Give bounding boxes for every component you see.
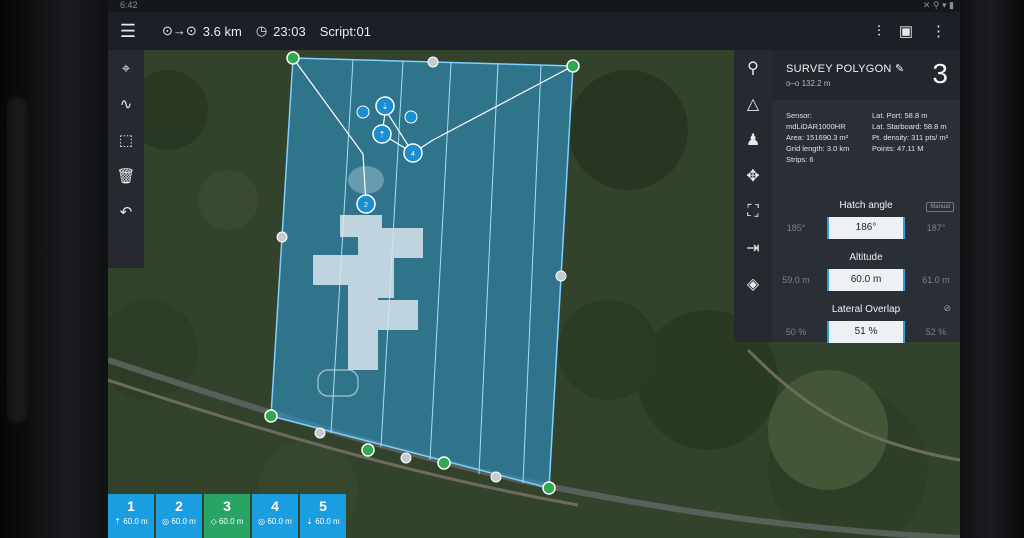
info-line: Area: 151690.3 m² [786, 133, 849, 142]
more-vert-icon[interactable]: ⋮ [931, 22, 946, 40]
panel-title-text: SURVEY POLYGON [786, 63, 892, 75]
survey-polygon-panel: SURVEY POLYGON ✎ o–o 132.2 m 3 Sensor: m… [772, 50, 960, 344]
overlap-next[interactable]: 52 % [912, 327, 960, 337]
panel-title: SURVEY POLYGON ✎ [786, 62, 905, 75]
svg-text:⇣: ⇣ [382, 102, 389, 111]
top-bar: ☰ ⊙→⊙ 3.6 km ◷ 23:03 Script:01 ⫶ ▣ ⋮ [108, 12, 960, 50]
lateral-overlap-text: Lateral Overlap [831, 304, 901, 315]
info-line: Lat. Port: 58.8 m [872, 111, 928, 120]
script-value: Script:01 [319, 23, 372, 39]
pilot-icon[interactable]: ♟ [734, 122, 772, 158]
search-icon[interactable]: ⚲ [734, 50, 772, 86]
undo-icon[interactable]: ↶ [108, 194, 144, 230]
status-time: 6:42 [120, 0, 138, 10]
altitude-control: Altitude 59.0 m 60.0 m 61.0 m [772, 248, 960, 292]
hatch-angle-row: 185° 186° 187° [772, 216, 960, 240]
info-left: Sensor: mdLiDAR1000HR Area: 151690.3 m² … [786, 110, 874, 165]
svg-text:2: 2 [364, 202, 368, 209]
info-line: Pt. density: 311 pts/ m² [872, 133, 949, 142]
tab-altitude: ◎ 60.0 m [162, 517, 196, 526]
info-right: Lat. Port: 58.8 m Lat. Starboard: 58.8 m… [872, 110, 956, 154]
tab-number: 1 [127, 498, 135, 514]
tab-altitude: ⇣ 60.0 m [306, 517, 340, 526]
tab-altitude: ⇡ 60.0 m [114, 517, 148, 526]
waveform-icon[interactable]: ∿ [108, 86, 144, 122]
route-distance-icon: ⊙→⊙ [162, 23, 197, 38]
panel-index: 3 [932, 58, 948, 89]
settings-sliders-icon[interactable]: ⫶ [877, 23, 881, 40]
info-line: Lat. Starboard: 58.8 m [872, 122, 947, 131]
time-value: 23:03 [273, 23, 306, 39]
tab-number: 5 [319, 498, 327, 514]
manual-badge[interactable]: Manual [926, 202, 954, 212]
altitude-prev[interactable]: 59.0 m [772, 275, 820, 285]
altitude-label: Altitude [849, 252, 883, 263]
info-line: mdLiDAR1000HR [786, 122, 846, 131]
svg-text:⇡: ⇡ [379, 130, 386, 139]
panel-header: SURVEY POLYGON ✎ o–o 132.2 m 3 [772, 50, 960, 100]
hatch-prev[interactable]: 185° [772, 223, 820, 233]
status-bar: 6:42 ✕ ⚲ ▾ ▮ [108, 0, 960, 12]
panel-subtitle: o–o 132.2 m [786, 79, 831, 88]
tab-number: 3 [223, 498, 231, 514]
altitude-value[interactable]: 60.0 m [827, 269, 905, 291]
tab-altitude: ◇ 60.0 m [210, 517, 244, 526]
edit-pencil-icon[interactable]: ✎ [895, 63, 905, 75]
info-line: Sensor: [786, 111, 812, 120]
time-readout: ◷ 23:03 [256, 23, 306, 39]
info-line: Strips: 6 [786, 155, 814, 164]
status-icons: ✕ ⚲ ▾ ▮ [922, 0, 954, 10]
altitude-next[interactable]: 61.0 m [912, 275, 960, 285]
waypoint-tab-5[interactable]: 5 ⇣ 60.0 m [300, 494, 346, 538]
svg-text:4: 4 [411, 151, 415, 158]
lateral-overlap-label: Lateral Overlap [772, 300, 960, 320]
lateral-overlap-control: Lateral Overlap ⊘ 50 % 51 % 52 % [772, 300, 960, 344]
waypoint-tab-4[interactable]: 4 ◎ 60.0 m [252, 494, 298, 538]
waypoint-tabs: 1 ⇡ 60.0 m 2 ◎ 60.0 m 3 ◇ 60.0 m 4 ◎ 60.… [108, 494, 346, 538]
left-toolbar: ⌖ ∿ ⬚ 🗑 ↶ [108, 50, 144, 268]
waypoint-tab-2[interactable]: 2 ◎ 60.0 m [156, 494, 202, 538]
waypoint-tab-1[interactable]: 1 ⇡ 60.0 m [108, 494, 154, 538]
distance-value: 3.6 km [202, 23, 242, 39]
tablet-screen: 6:42 ✕ ⚲ ▾ ▮ ☰ ⊙→⊙ 3.6 km ◷ 23:03 Script… [108, 0, 960, 538]
exit-icon[interactable]: ⇥ [734, 230, 772, 266]
hatch-value[interactable]: 186° [827, 217, 905, 239]
visibility-off-icon[interactable]: ⊘ [940, 302, 954, 315]
location-pin-icon[interactable]: ⌖ [108, 50, 144, 86]
folder-icon[interactable]: ▣ [899, 22, 913, 40]
grip-pad [6, 95, 30, 425]
select-area-icon[interactable]: ⬚ [108, 122, 144, 158]
overlap-prev[interactable]: 50 % [772, 327, 820, 337]
tab-number: 4 [271, 498, 279, 514]
hatch-next[interactable]: 187° [912, 223, 960, 233]
track-field [348, 166, 384, 194]
right-toolbar: ⚲ △ ♟ ✥ ⛶ ⇥ ◈ [734, 50, 772, 342]
info-line: Points: 47.11 M [872, 144, 924, 153]
device-bezel-right [960, 0, 1024, 538]
distance-readout: ⊙→⊙ 3.6 km [162, 23, 242, 39]
hatch-angle-control: Hatch angle Manual 185° 186° 187° [772, 196, 960, 240]
altitude-row: 59.0 m 60.0 m 61.0 m [772, 268, 960, 292]
drone-icon[interactable]: ✥ [734, 158, 772, 194]
overlap-row: 50 % 51 % 52 % [772, 320, 960, 344]
hamburger-menu-icon[interactable]: ☰ [108, 21, 148, 42]
device-grip-left [0, 0, 108, 538]
script-readout[interactable]: Script:01 [320, 24, 371, 39]
fit-view-icon[interactable]: ⛶ [734, 194, 772, 230]
tab-altitude: ◎ 60.0 m [258, 517, 292, 526]
clock-icon: ◷ [255, 23, 268, 38]
trash-icon[interactable]: 🗑 [108, 158, 144, 194]
tab-number: 2 [175, 498, 183, 514]
info-line: Grid length: 3.0 km [786, 144, 850, 153]
waypoint-tab-3[interactable]: 3 ◇ 60.0 m [204, 494, 250, 538]
layers-icon[interactable]: ◈ [734, 266, 772, 302]
top-bar-actions: ⫶ ▣ ⋮ [877, 22, 946, 41]
navigation-arrow-icon[interactable]: △ [734, 86, 772, 122]
overlap-value[interactable]: 51 % [827, 321, 905, 343]
